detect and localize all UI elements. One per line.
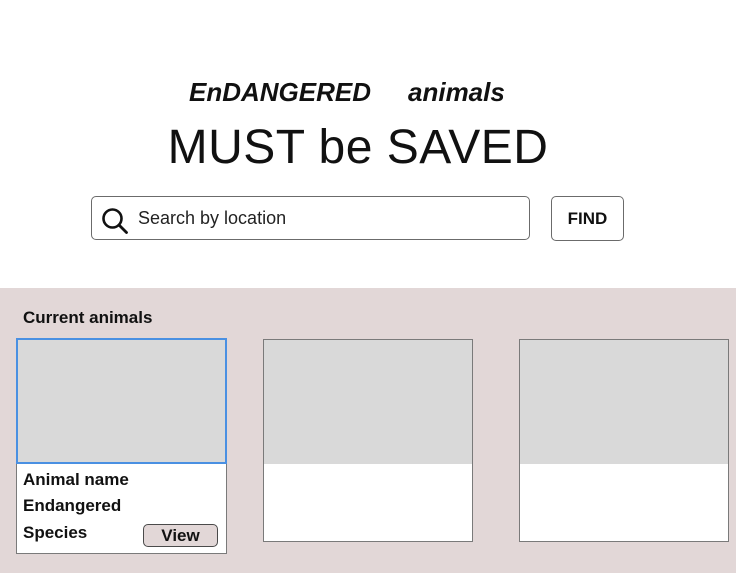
tagline-word-animals: animals	[408, 77, 505, 107]
search-bar[interactable]	[91, 196, 530, 240]
tagline: EnDANGERED animals	[0, 76, 736, 108]
animal-card[interactable]	[519, 339, 729, 542]
animal-image-placeholder	[264, 340, 472, 464]
animal-name-label: Animal name	[23, 470, 129, 489]
search-input[interactable]	[138, 203, 518, 233]
page-title: MUST be SAVED	[167, 121, 549, 174]
tagline-word-endangered: EnDANGERED	[189, 77, 372, 107]
section-title: Current animals	[23, 308, 153, 327]
animal-image-placeholder	[520, 340, 728, 464]
search-icon	[102, 208, 128, 234]
animal-card-selected[interactable]: Animal name Endangered Species View	[16, 338, 227, 554]
animal-image-placeholder	[16, 338, 227, 464]
find-button[interactable]: FIND	[551, 196, 624, 241]
animal-status-label: Endangered	[23, 496, 122, 515]
animal-card[interactable]	[263, 339, 473, 542]
current-animals-section: Current animals Animal name Endangered S…	[0, 288, 736, 573]
view-button[interactable]: View	[143, 524, 218, 547]
animal-species-label: Species	[23, 523, 88, 542]
